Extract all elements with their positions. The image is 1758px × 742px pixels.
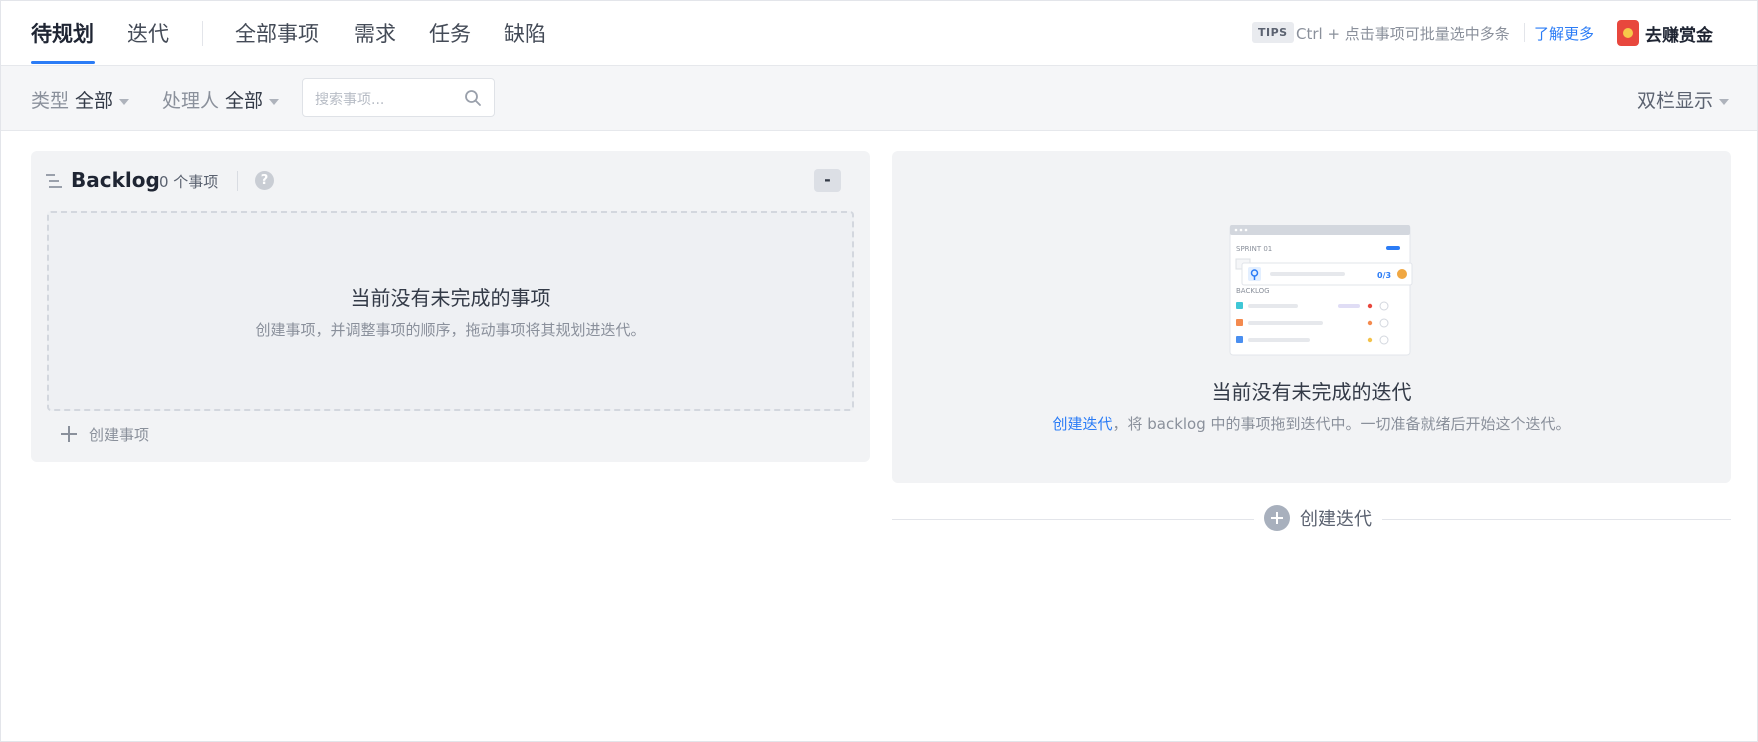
create-item-button[interactable]: 创建事项 — [61, 424, 149, 445]
backlog-title: Backlog — [71, 168, 160, 192]
illustration-sprint-label: SPRINT 01 — [1236, 245, 1272, 253]
search-placeholder: 搜索事项... — [315, 92, 385, 108]
assignee-filter[interactable]: 处理人 全部 — [162, 86, 280, 113]
plus-circle-icon — [1264, 505, 1290, 531]
search-input[interactable]: 搜索事项... — [302, 78, 495, 117]
filter-bar: 类型 全部 处理人 全部 搜索事项... 双栏显示 — [1, 66, 1757, 131]
tab-bugs[interactable]: 缺陷 — [504, 18, 546, 48]
tab-sprints[interactable]: 迭代 — [127, 18, 169, 48]
collapse-button[interactable]: - — [814, 169, 841, 192]
tab-divider — [202, 21, 203, 46]
create-sprint-button[interactable]: 创建迭代 — [1254, 505, 1382, 535]
sprint-desc-text: ，将 backlog 中的事项拖到迭代中。一切准备就绪后开始这个迭代。 — [1112, 415, 1571, 433]
backlog-empty-description: 创建事项，并调整事项的顺序，拖动事项将其规划进迭代。 — [255, 321, 646, 339]
chevron-down-icon — [119, 98, 130, 105]
search-icon — [465, 90, 481, 106]
backlog-dropzone[interactable]: 当前没有未完成的事项 创建事项，并调整事项的顺序，拖动事项将其规划进迭代。 — [47, 211, 854, 411]
assignee-filter-label: 处理人 — [162, 90, 220, 112]
help-icon[interactable]: ? — [255, 171, 274, 190]
tips-divider — [1524, 23, 1525, 42]
chevron-down-icon — [269, 98, 280, 105]
backlog-empty-title: 当前没有未完成的事项 — [350, 286, 551, 310]
top-nav: 待规划 迭代 全部事项 需求 任务 缺陷 TIPS Ctrl + 点击事项可批量… — [1, 1, 1757, 66]
display-mode-label: 双栏显示 — [1636, 90, 1713, 112]
learn-more-link[interactable]: 了解更多 — [1534, 23, 1594, 44]
illustration-backlog-label: BACKLOG — [1236, 287, 1270, 295]
create-sprint-link[interactable]: 创建迭代 — [1052, 415, 1112, 433]
chevron-down-icon — [1719, 98, 1729, 105]
sprint-illustration: SPRINT 01 0/3 BACKLOG — [1229, 225, 1413, 356]
backlog-count: 0 个事项 — [159, 173, 219, 191]
assignee-filter-value: 全部 — [225, 90, 264, 112]
create-item-label: 创建事项 — [89, 426, 150, 444]
backlog-panel: Backlog 0 个事项 ? - 当前没有未完成的事项 创建事项，并调整事项的… — [31, 151, 870, 462]
tips-text: Ctrl + 点击事项可批量选中多条 — [1296, 25, 1510, 43]
drag-handle-icon[interactable] — [46, 174, 62, 188]
divider — [237, 171, 238, 191]
sprint-empty-description: 创建迭代，将 backlog 中的事项拖到迭代中。一切准备就绪后开始这个迭代。 — [892, 413, 1731, 434]
tab-requirements[interactable]: 需求 — [354, 18, 396, 48]
type-filter[interactable]: 类型 全部 — [31, 86, 130, 113]
sprint-empty-title: 当前没有未完成的迭代 — [1211, 380, 1412, 404]
plus-icon — [61, 426, 77, 442]
display-mode-select[interactable]: 双栏显示 — [1637, 86, 1729, 113]
sprint-panel: SPRINT 01 0/3 BACKLOG 当前没有未完成的迭代 创建迭代，将 … — [892, 151, 1731, 483]
create-sprint-label: 创建迭代 — [1300, 509, 1372, 530]
create-sprint-row: 创建迭代 — [892, 505, 1731, 535]
red-envelope-icon[interactable] — [1617, 20, 1639, 46]
earn-bounty-link[interactable]: 去赚赏金 — [1645, 21, 1713, 46]
active-tab-indicator — [31, 61, 95, 64]
type-filter-value: 全部 — [75, 90, 114, 112]
type-filter-label: 类型 — [31, 90, 70, 112]
tab-planning[interactable]: 待规划 — [31, 18, 94, 48]
tips-badge: TIPS — [1252, 22, 1294, 43]
tab-all-items[interactable]: 全部事项 — [235, 18, 319, 48]
illustration-progress: 0/3 — [1377, 271, 1391, 280]
tab-tasks[interactable]: 任务 — [429, 18, 471, 48]
